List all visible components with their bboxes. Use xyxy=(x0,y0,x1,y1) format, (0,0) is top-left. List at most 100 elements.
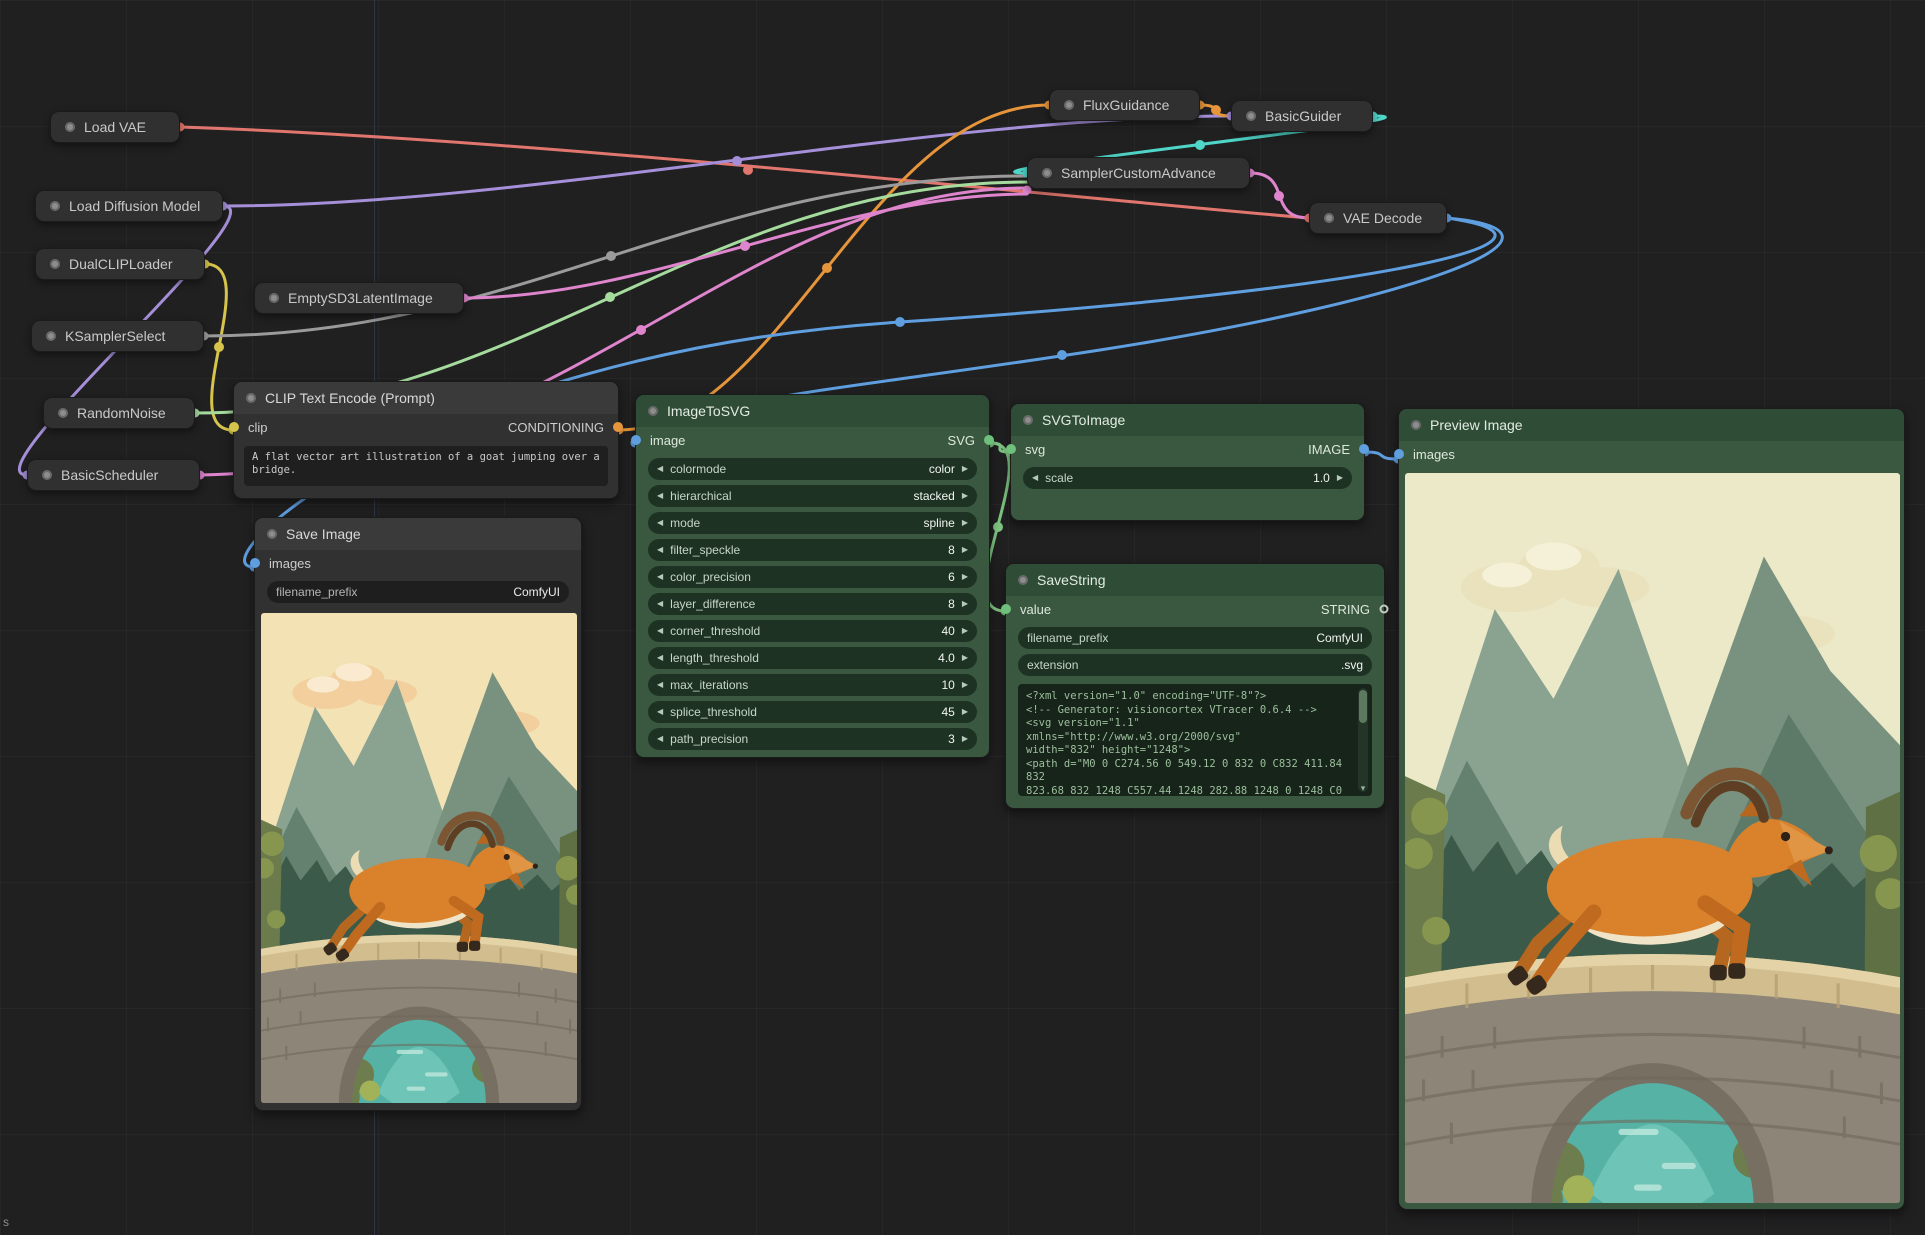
node-save-string[interactable]: SaveString value STRING filename_prefix … xyxy=(1005,563,1385,809)
node-load-diffusion-model[interactable]: Load Diffusion Model xyxy=(35,190,223,222)
node-title: Load VAE xyxy=(84,119,146,135)
output-port-conditioning[interactable] xyxy=(613,422,623,432)
collapse-dot[interactable] xyxy=(1023,415,1033,425)
node-ksampler-select[interactable]: KSamplerSelect xyxy=(31,320,204,352)
widget-splice-threshold[interactable]: ◀ splice_threshold 45 ▶ xyxy=(648,701,977,723)
node-flux-guidance[interactable]: FluxGuidance xyxy=(1049,89,1200,121)
decrement-arrow[interactable]: ◀ xyxy=(657,573,663,581)
node-svg-to-image[interactable]: SVGToImage svg IMAGE ◀ scale 1.0 ▶ xyxy=(1010,403,1365,521)
widget-hierarchical[interactable]: ◀ hierarchical stacked ▶ xyxy=(648,485,977,507)
increment-arrow[interactable]: ▶ xyxy=(962,465,968,473)
collapse-dot[interactable] xyxy=(58,408,68,418)
increment-arrow[interactable]: ▶ xyxy=(962,654,968,662)
collapse-dot[interactable] xyxy=(46,331,56,341)
widget-scale[interactable]: ◀ scale 1.0 ▶ xyxy=(1023,467,1352,489)
node-vae-decode[interactable]: VAE Decode xyxy=(1309,202,1447,234)
node-clip-text-encode[interactable]: CLIP Text Encode (Prompt) clip CONDITION… xyxy=(233,381,619,499)
widget-corner-threshold[interactable]: ◀ corner_threshold 40 ▶ xyxy=(648,620,977,642)
widget-filter-speckle[interactable]: ◀ filter_speckle 8 ▶ xyxy=(648,539,977,561)
input-port-image[interactable] xyxy=(631,435,641,445)
svg-source-textarea[interactable]: <?xml version="1.0" encoding="UTF-8"?> <… xyxy=(1018,684,1372,796)
node-preview-image[interactable]: Preview Image images xyxy=(1398,408,1905,1210)
scrollbar[interactable]: ▾ xyxy=(1358,688,1368,792)
input-label-images: images xyxy=(1413,447,1455,462)
increment-arrow[interactable]: ▶ xyxy=(962,708,968,716)
increment-arrow[interactable]: ▶ xyxy=(962,600,968,608)
input-port-svg[interactable] xyxy=(1006,444,1016,454)
widget-layer-difference[interactable]: ◀ layer_difference 8 ▶ xyxy=(648,593,977,615)
collapse-dot[interactable] xyxy=(267,529,277,539)
node-sampler-custom-advance[interactable]: SamplerCustomAdvance xyxy=(1027,157,1250,189)
decrement-arrow[interactable]: ◀ xyxy=(657,735,663,743)
node-header[interactable]: CLIP Text Encode (Prompt) xyxy=(234,382,618,414)
node-header[interactable]: ImageToSVG xyxy=(636,395,989,427)
node-graph-canvas[interactable]: Load VAE Load Diffusion Model DualCLIPLo… xyxy=(0,0,1925,1235)
collapse-dot[interactable] xyxy=(246,393,256,403)
collapse-dot[interactable] xyxy=(1018,575,1028,585)
collapse-dot[interactable] xyxy=(1064,100,1074,110)
node-title: KSamplerSelect xyxy=(65,328,165,344)
input-port-value[interactable] xyxy=(1001,604,1011,614)
widget-max-iterations[interactable]: ◀ max_iterations 10 ▶ xyxy=(648,674,977,696)
collapse-dot[interactable] xyxy=(1411,420,1421,430)
decrement-arrow[interactable]: ◀ xyxy=(657,681,663,689)
widget-extension[interactable]: extension .svg xyxy=(1018,654,1372,676)
decrement-arrow[interactable]: ◀ xyxy=(657,654,663,662)
collapse-dot[interactable] xyxy=(65,122,75,132)
preview-image-goat-bridge[interactable] xyxy=(1405,473,1900,1203)
input-port-clip[interactable] xyxy=(229,422,239,432)
increment-arrow[interactable]: ▶ xyxy=(962,735,968,743)
increment-arrow[interactable]: ▶ xyxy=(962,519,968,527)
collapse-dot[interactable] xyxy=(1324,213,1334,223)
output-port-string[interactable] xyxy=(1380,605,1389,614)
node-header[interactable]: SaveString xyxy=(1006,564,1384,596)
collapse-dot[interactable] xyxy=(50,259,60,269)
decrement-arrow[interactable]: ◀ xyxy=(657,519,663,527)
collapse-dot[interactable] xyxy=(269,293,279,303)
widget-filename-prefix[interactable]: filename_prefix ComfyUI xyxy=(1018,627,1372,649)
input-port-images[interactable] xyxy=(250,558,260,568)
node-random-noise[interactable]: RandomNoise xyxy=(43,397,195,429)
increment-arrow[interactable]: ▶ xyxy=(1337,474,1343,482)
saved-image-goat-bridge[interactable] xyxy=(261,613,577,1103)
output-port-image[interactable] xyxy=(1359,444,1369,454)
scrollbar-thumb[interactable] xyxy=(1359,690,1367,723)
node-header[interactable]: Preview Image xyxy=(1399,409,1904,441)
widget-colormode[interactable]: ◀ colormode color ▶ xyxy=(648,458,977,480)
node-header[interactable]: SVGToImage xyxy=(1011,404,1364,436)
decrement-arrow[interactable]: ◀ xyxy=(657,465,663,473)
increment-arrow[interactable]: ▶ xyxy=(962,546,968,554)
collapse-dot[interactable] xyxy=(1042,168,1052,178)
increment-arrow[interactable]: ▶ xyxy=(962,627,968,635)
node-image-to-svg[interactable]: ImageToSVG image SVG ◀ colormode color ▶… xyxy=(635,394,990,758)
decrement-arrow[interactable]: ◀ xyxy=(657,708,663,716)
node-basic-scheduler[interactable]: BasicScheduler xyxy=(27,459,200,491)
decrement-arrow[interactable]: ◀ xyxy=(657,600,663,608)
prompt-text-widget[interactable]: A flat vector art illustration of a goat… xyxy=(244,446,608,486)
decrement-arrow[interactable]: ◀ xyxy=(657,627,663,635)
decrement-arrow[interactable]: ◀ xyxy=(1032,474,1038,482)
widget-filename-prefix[interactable]: filename_prefix ComfyUI xyxy=(267,581,569,603)
collapse-dot[interactable] xyxy=(1246,111,1256,121)
increment-arrow[interactable]: ▶ xyxy=(962,492,968,500)
collapse-dot[interactable] xyxy=(50,201,60,211)
decrement-arrow[interactable]: ◀ xyxy=(657,546,663,554)
widget-color-precision[interactable]: ◀ color_precision 6 ▶ xyxy=(648,566,977,588)
node-header[interactable]: Save Image xyxy=(255,518,581,550)
increment-arrow[interactable]: ▶ xyxy=(962,573,968,581)
widget-length-threshold[interactable]: ◀ length_threshold 4.0 ▶ xyxy=(648,647,977,669)
node-save-image[interactable]: Save Image images filename_prefix ComfyU… xyxy=(254,517,582,1111)
node-dual-clip-loader[interactable]: DualCLIPLoader xyxy=(35,248,205,280)
output-port-svg[interactable] xyxy=(984,435,994,445)
input-port-images[interactable] xyxy=(1394,449,1404,459)
collapse-dot[interactable] xyxy=(648,406,658,416)
widget-path-precision[interactable]: ◀ path_precision 3 ▶ xyxy=(648,728,977,750)
node-basic-guider[interactable]: BasicGuider xyxy=(1231,100,1373,132)
widget-mode[interactable]: ◀ mode spline ▶ xyxy=(648,512,977,534)
node-empty-sd3-latent-image[interactable]: EmptySD3LatentImage xyxy=(254,282,464,314)
scroll-down-icon[interactable]: ▾ xyxy=(1358,783,1368,793)
collapse-dot[interactable] xyxy=(42,470,52,480)
increment-arrow[interactable]: ▶ xyxy=(962,681,968,689)
decrement-arrow[interactable]: ◀ xyxy=(657,492,663,500)
node-load-vae[interactable]: Load VAE xyxy=(50,111,180,143)
